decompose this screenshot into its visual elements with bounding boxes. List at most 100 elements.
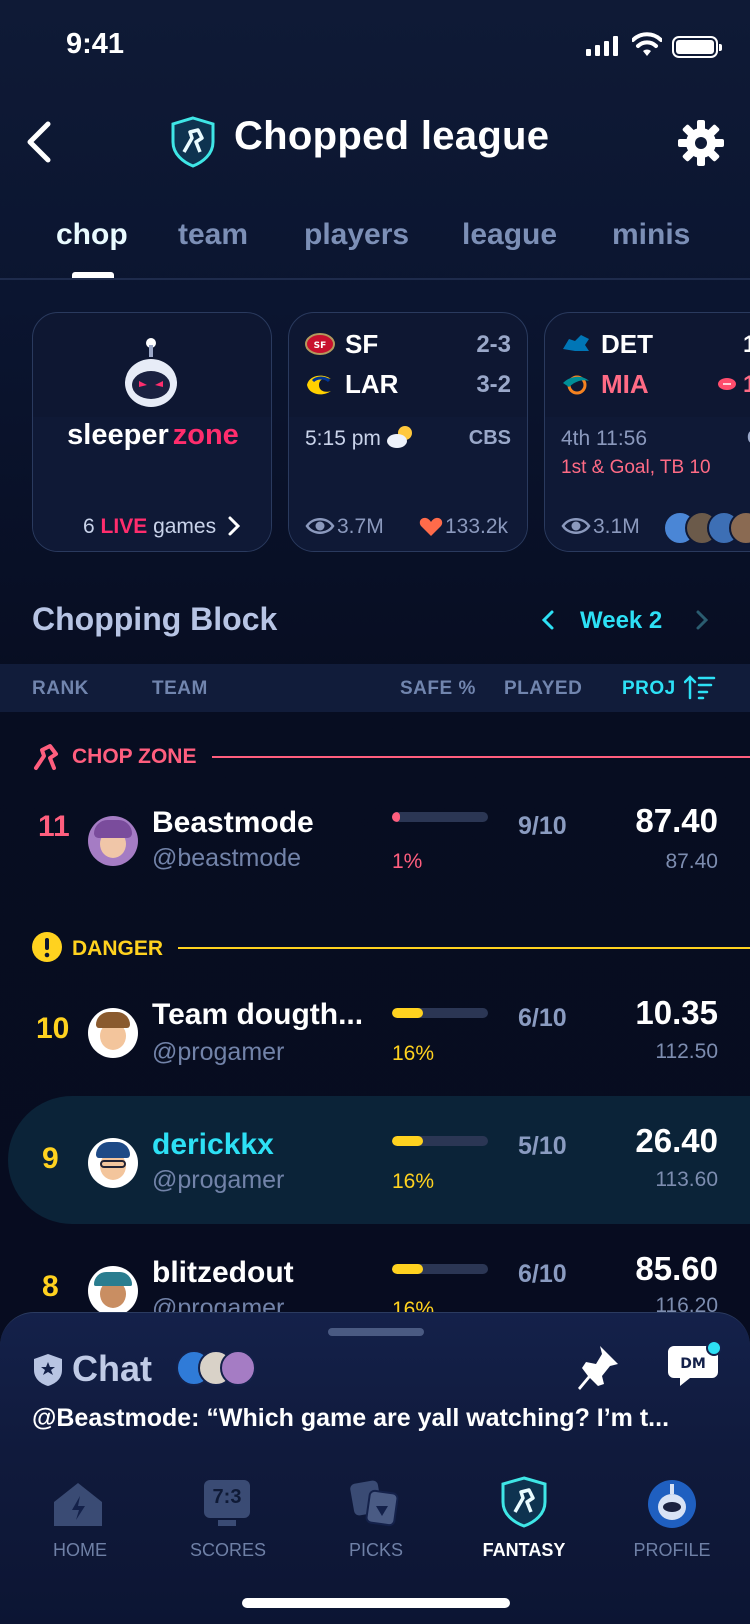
team-handle: @progamer [152,1166,285,1194]
status-time: 9:41 [66,28,125,60]
team-name: Team dougth... [152,998,364,1031]
fantasy-shield-icon [171,116,215,168]
danger-label: DANGER [72,937,164,960]
network-label: CBS [468,427,511,449]
chat-last-message[interactable]: @Beastmode: “Which game are yall watchin… [32,1404,669,1433]
wifi-icon [632,32,662,56]
tab-players[interactable]: players [304,218,409,252]
table-row-current-user[interactable]: 9 derickkx @progamer 16% 5/10 26.40 113.… [8,1096,750,1224]
svg-text:SF: SF [314,341,327,351]
dm-message-icon[interactable]: DM [668,1340,722,1390]
sleeper-zone-card[interactable]: sleeper zone 6 LIVE games [32,312,272,552]
team-name: blitzedout [152,1256,294,1289]
week-next-chevron-icon[interactable] [694,608,710,632]
views-eye-icon [305,518,335,534]
zone-text: zone [172,419,239,451]
chat-shield-icon [34,1354,62,1386]
49ers-logo-icon: SF [305,333,335,355]
profile-avatar-icon[interactable] [648,1480,696,1528]
back-chevron-icon[interactable] [24,120,56,164]
tab-chop[interactable]: chop [56,218,128,252]
sheet-drag-handle[interactable] [328,1328,424,1336]
safe-bar [392,812,488,822]
tab-minis[interactable]: minis [612,218,690,252]
live-games-link[interactable]: 6 LIVE games [83,515,216,539]
sort-icon[interactable] [684,674,716,700]
table-row[interactable]: 11 Beastmode @beastmode 1% 9/10 87.40 87… [0,786,750,886]
chop-zone-label: CHOP ZONE [72,745,197,768]
chopping-block-title: Chopping Block [32,601,278,637]
team2-score: 1 [743,371,750,399]
lions-logo-icon [563,335,589,351]
projected-total: 87.40 [665,850,718,873]
page-title: Chopped league [234,114,550,158]
week-selector[interactable]: Week 2 [580,607,662,635]
tab-team[interactable]: team [178,218,248,252]
cellular-signal-icon [586,36,620,56]
picks-icon[interactable] [350,1478,400,1528]
chat-title: Chat [72,1348,152,1389]
played-count: 6/10 [518,1260,567,1288]
game-clock: 4th 11:56 [561,427,648,450]
down-distance: 1st & Goal, TB 10 [561,457,711,478]
safe-percent: 1% [392,850,423,873]
home-indicator [242,1598,510,1608]
team2-record: 3-2 [476,371,511,398]
team-handle: @beastmode [152,844,302,872]
team-handle: @progamer [152,1038,285,1066]
nav-home-label[interactable]: HOME [20,1540,140,1561]
team-name: Beastmode [152,806,314,839]
week-prev-chevron-icon[interactable] [540,608,556,632]
tab-divider [0,278,750,280]
scoreboard-stand [218,1520,236,1526]
team1-score: 1 [743,331,750,359]
projected-score: 85.60 [635,1250,718,1287]
viewer-avatars [663,511,750,545]
possession-football-icon [718,378,736,390]
team1-name: DET [601,329,653,359]
table-row[interactable]: 10 Team dougth... @progamer 16% 6/10 10.… [0,976,750,1076]
team2-name: LAR [345,369,399,399]
avatar [88,1008,138,1058]
avatar [88,816,138,866]
avatar [88,1266,138,1316]
safe-bar [392,1136,488,1146]
team2-name: MIA [601,369,649,399]
chat-participant-avatars [176,1350,266,1386]
game-card-sf-lar[interactable]: SF SF 2-3 LAR 3-2 5:15 pm CBS 3.7M 133.2… [288,312,528,552]
tab-league[interactable]: league [462,218,557,252]
safe-percent: 16% [392,1042,435,1065]
col-proj[interactable]: PROJ [622,678,676,700]
col-played[interactable]: PLAYED [504,678,582,700]
chop-zone-divider [212,756,750,758]
views-eye-icon [561,518,591,534]
home-icon[interactable] [52,1480,104,1530]
team-name: derickkx [152,1128,274,1161]
pin-icon[interactable] [576,1344,620,1394]
chop-zone-icon [34,744,58,770]
chevron-right-icon [228,516,241,536]
views-count: 3.7M [337,515,384,538]
rank-number: 8 [42,1270,59,1303]
settings-gear-icon[interactable] [676,118,726,168]
rank-number: 9 [42,1142,59,1175]
dm-label: DM [680,1356,706,1372]
danger-divider [178,947,750,949]
safe-percent: 16% [392,1170,435,1193]
rams-logo-icon [307,375,331,395]
scoreboard-badge: 7:3 [212,1486,242,1508]
nav-scores-label[interactable]: SCORES [168,1540,288,1561]
fantasy-shield-icon[interactable] [500,1476,548,1528]
projected-score: 87.40 [635,802,718,839]
safe-bar [392,1264,488,1274]
sleeper-zone-logo: sleeper zone [67,419,239,451]
likes-count: 133.2k [445,515,509,538]
game-time: 5:15 pm [305,427,381,450]
team1-record: 2-3 [476,331,511,358]
nav-fantasy-label[interactable]: FANTASY [464,1540,584,1561]
nav-profile-label[interactable]: PROFILE [612,1540,732,1561]
played-count: 6/10 [518,1004,567,1032]
game-card-det-mia[interactable]: DET 1 MIA 1 4th 11:56 CB 1st & Goal, TB … [544,312,750,552]
nav-picks-label[interactable]: PICKS [316,1540,436,1561]
col-safe[interactable]: SAFE % [400,678,476,700]
